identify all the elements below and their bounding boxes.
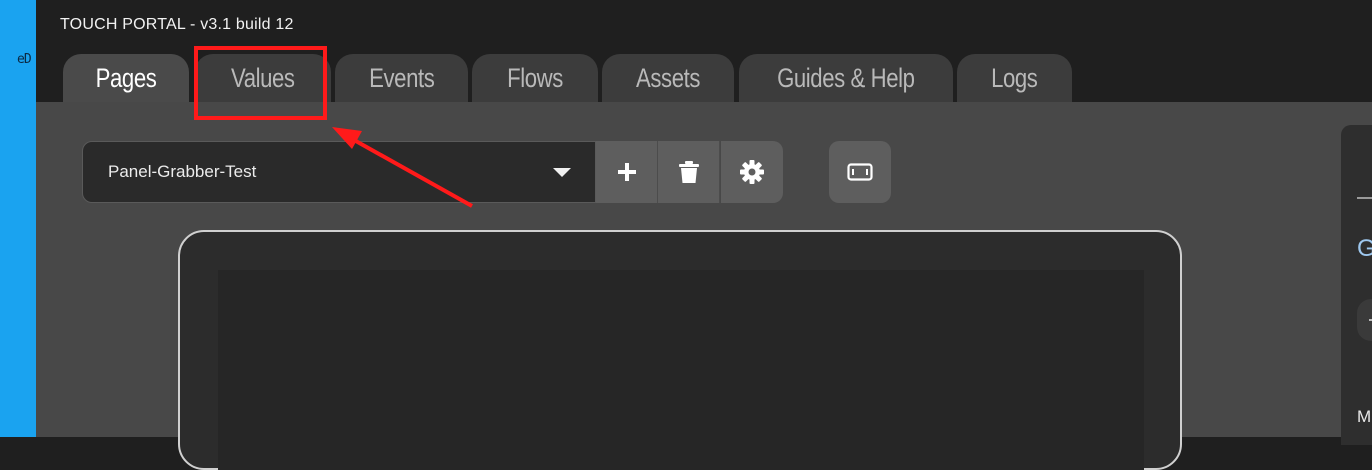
selected-page-label: Panel-Grabber-Test [108, 162, 257, 181]
window-title: TOUCH PORTAL - v3.1 build 12 [60, 16, 294, 33]
page-settings-button[interactable] [721, 141, 783, 203]
right-settings-panel: Gl M [1341, 125, 1372, 445]
gear-icon [740, 160, 764, 184]
button-grid-canvas[interactable] [218, 270, 1144, 470]
tab-events[interactable]: Events [335, 54, 468, 102]
trash-icon [678, 161, 699, 183]
panel-divider [1357, 197, 1372, 199]
tab-guides-help[interactable]: Guides & Help [739, 54, 953, 102]
device-orientation-icon [847, 163, 873, 181]
tab-assets[interactable]: Assets [602, 54, 734, 102]
page-select-dropdown[interactable]: Panel-Grabber-Test [82, 141, 596, 203]
chevron-down-icon [553, 167, 571, 177]
panel-control[interactable] [1357, 299, 1372, 341]
device-preview [178, 230, 1182, 470]
pages-content: Panel-Grabber-Test G M [36, 102, 1372, 470]
desktop-background: eD [0, 0, 36, 437]
device-orientation-button[interactable] [829, 141, 891, 203]
desktop-icon-label: eD [17, 52, 32, 67]
tab-flows[interactable]: Flows [472, 54, 598, 102]
annotation-highlight-box [194, 46, 327, 120]
delete-page-button[interactable] [658, 141, 720, 203]
plus-icon [617, 163, 636, 181]
panel-heading: Gl [1357, 235, 1372, 262]
tab-pages[interactable]: Pages [63, 54, 189, 102]
panel-label: M [1357, 407, 1372, 426]
tab-logs[interactable]: Logs [957, 54, 1072, 102]
add-page-button[interactable] [596, 141, 658, 203]
